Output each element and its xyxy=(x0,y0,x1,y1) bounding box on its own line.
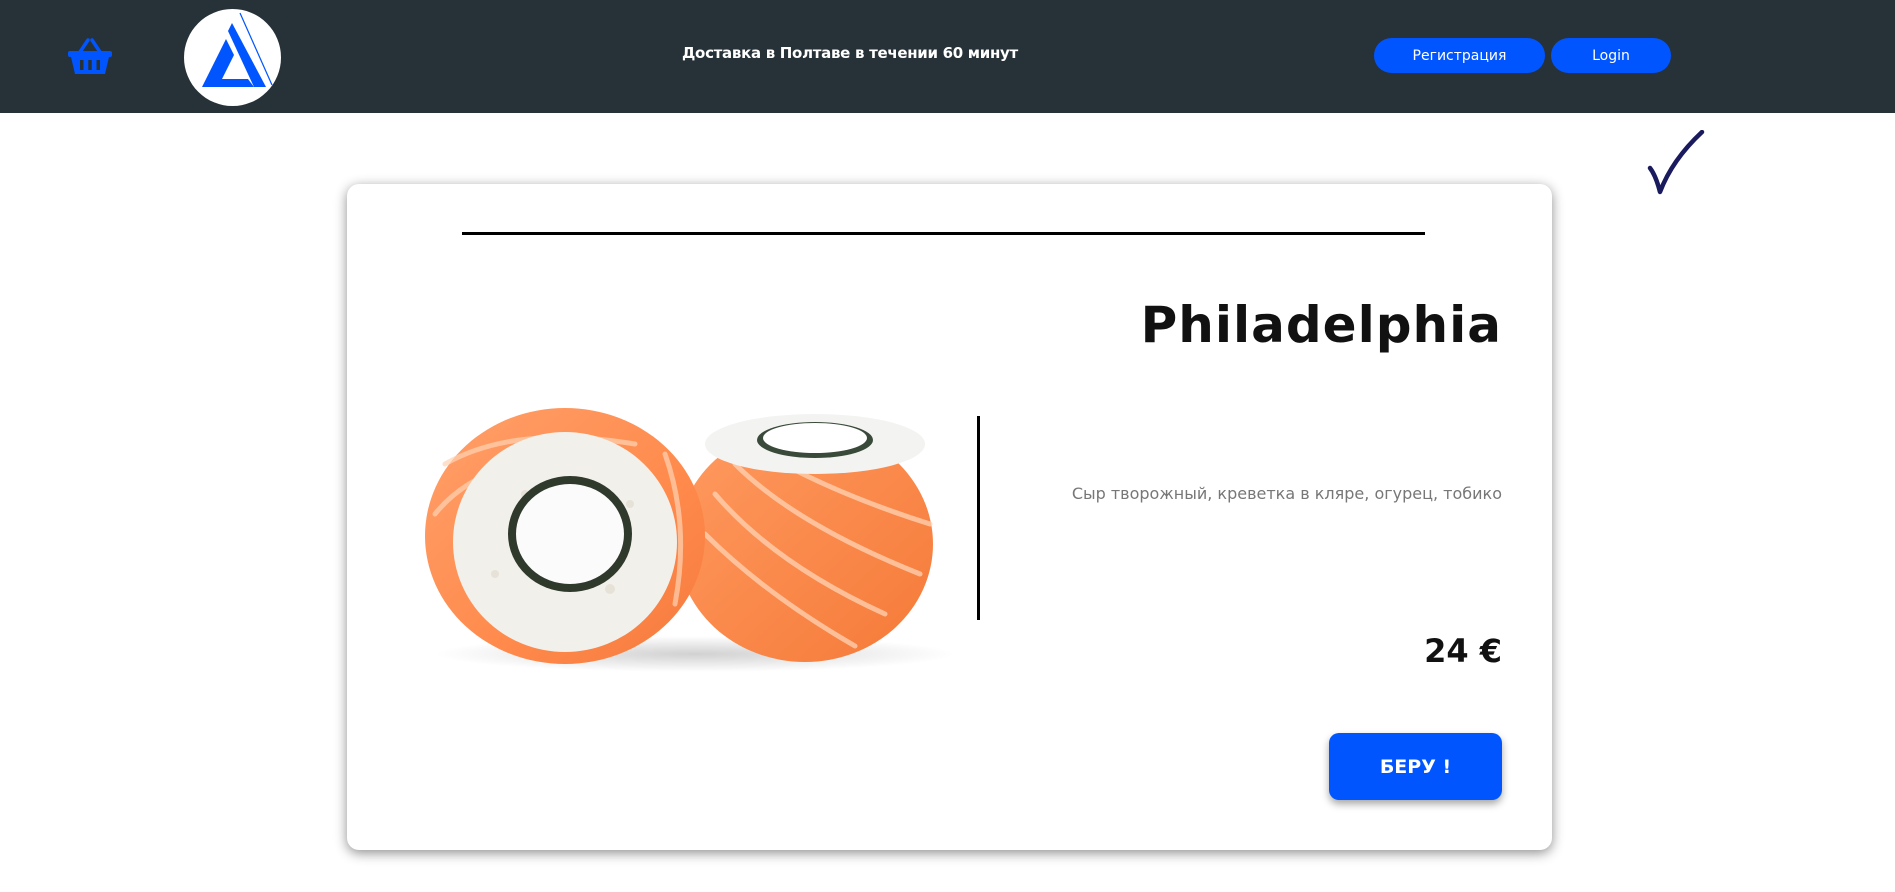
register-button[interactable]: Регистрация xyxy=(1374,38,1545,73)
buy-button[interactable]: БЕРУ ! xyxy=(1329,733,1502,800)
cart-button[interactable] xyxy=(66,36,114,76)
logo[interactable] xyxy=(184,9,281,106)
delivery-tagline: Доставка в Полтаве в течении 60 минут xyxy=(682,44,1018,62)
login-button[interactable]: Login xyxy=(1551,38,1671,73)
sushi-roll-image xyxy=(425,408,955,672)
vertical-divider xyxy=(977,416,980,620)
product-price: 24 € xyxy=(1424,632,1502,670)
product-description: Сыр творожный, креветка в кляре, огурец,… xyxy=(1071,484,1502,503)
product-card: Philadelphia Сыр творожный, креветка в к… xyxy=(347,184,1552,850)
product-title: Philadelphia xyxy=(1140,296,1502,354)
checkmark-icon xyxy=(1647,130,1705,195)
card-top-divider xyxy=(462,232,1425,235)
site-header: Доставка в Полтаве в течении 60 минут Ре… xyxy=(0,0,1895,113)
triangle-logo-icon xyxy=(202,12,273,87)
shopping-basket-icon xyxy=(68,38,112,74)
